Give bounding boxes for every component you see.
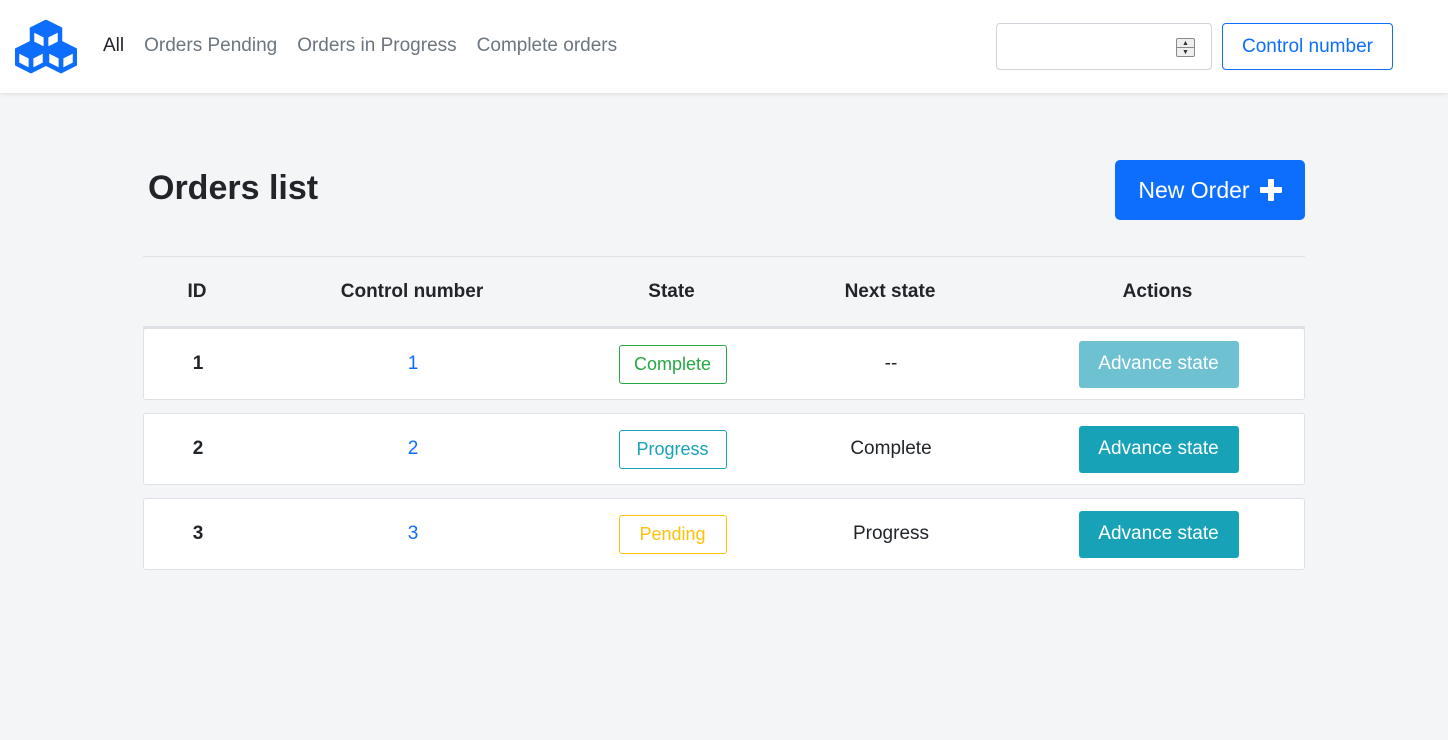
cubes-logo-icon[interactable] bbox=[15, 19, 77, 74]
next-state: -- bbox=[884, 353, 898, 374]
new-order-label: New Order bbox=[1138, 176, 1250, 203]
nav-link-complete-orders[interactable]: Complete orders bbox=[477, 34, 617, 58]
table-row: 2 2 Progress Complete Advance state bbox=[143, 413, 1305, 485]
order-id: 2 bbox=[192, 438, 204, 459]
spinner-arrows-icon[interactable]: ▲ ▼ bbox=[1176, 38, 1195, 57]
nav-links: All Orders Pending Orders in Progress Co… bbox=[103, 34, 617, 58]
header-control-number: Control number bbox=[340, 280, 484, 302]
control-number-link[interactable]: 1 bbox=[408, 353, 419, 375]
state-badge: Pending bbox=[618, 514, 727, 554]
table-header: ID Control number State Next state Actio… bbox=[143, 256, 1305, 329]
next-state: Progress bbox=[852, 523, 930, 544]
control-number-search-button[interactable]: Control number bbox=[1222, 23, 1393, 70]
state-badge: Progress bbox=[618, 429, 727, 469]
header-actions: Actions bbox=[1122, 280, 1193, 302]
next-state: Complete bbox=[850, 438, 932, 459]
spinner-up-icon[interactable]: ▲ bbox=[1177, 39, 1194, 48]
nav-link-orders-in-progress[interactable]: Orders in Progress bbox=[297, 34, 456, 58]
advance-state-button[interactable]: Advance state bbox=[1078, 340, 1239, 388]
plus-icon bbox=[1259, 179, 1282, 201]
control-number-link[interactable]: 2 bbox=[408, 438, 419, 460]
order-id: 1 bbox=[192, 353, 204, 374]
header-next-state: Next state bbox=[844, 280, 936, 302]
table-row: 3 3 Pending Progress Advance state bbox=[143, 498, 1305, 570]
order-id: 3 bbox=[192, 523, 204, 544]
spinner-down-icon[interactable]: ▼ bbox=[1177, 48, 1194, 56]
advance-state-button[interactable]: Advance state bbox=[1078, 510, 1239, 558]
header-state: State bbox=[648, 280, 695, 302]
header-id: ID bbox=[187, 280, 207, 302]
control-number-link[interactable]: 3 bbox=[408, 523, 419, 545]
navbar: All Orders Pending Orders in Progress Co… bbox=[0, 0, 1448, 93]
nav-link-all[interactable]: All bbox=[103, 34, 124, 58]
new-order-button[interactable]: New Order bbox=[1115, 160, 1305, 220]
control-number-search: ▲ ▼ bbox=[996, 23, 1212, 70]
nav-link-orders-pending[interactable]: Orders Pending bbox=[144, 34, 277, 58]
table-row: 1 1 Complete -- Advance state bbox=[143, 328, 1305, 400]
page-title: Orders list bbox=[148, 169, 319, 207]
state-badge: Complete bbox=[618, 344, 727, 384]
advance-state-button[interactable]: Advance state bbox=[1078, 425, 1239, 473]
